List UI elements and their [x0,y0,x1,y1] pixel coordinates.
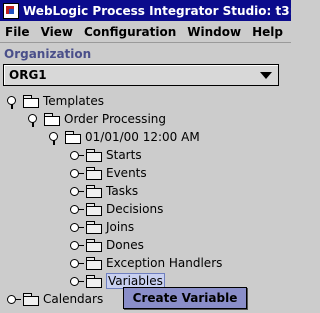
tree-node-exception-handlers[interactable]: Exception Handlers [70,254,222,272]
process-tree: Templates Order Processing 01/01/00 12:0… [0,89,291,313]
tree-node-starts[interactable]: Starts [70,146,142,164]
tree-node-label: Dones [106,238,144,252]
folder-icon [86,221,102,234]
collapsed-handle-icon[interactable] [70,203,84,215]
menu-view[interactable]: View [36,25,79,39]
tree-node-label: Exception Handlers [106,256,223,270]
folder-icon [86,167,102,180]
tree-node-label: Joins [106,220,135,234]
collapsed-handle-icon[interactable] [70,239,84,251]
tree-node-label: 01/01/00 12:00 AM [85,130,200,144]
collapsed-handle-icon[interactable] [70,257,84,269]
tree-node-order-processing[interactable]: Order Processing [28,110,166,128]
create-variable-menu-item[interactable]: Create Variable [133,291,238,305]
organization-select[interactable]: ORG1 [3,64,279,86]
organization-value: ORG1 [9,68,47,82]
tree-node-label: Tasks [106,184,139,198]
tree-node-calendars[interactable]: Calendars [7,290,103,308]
collapsed-handle-icon[interactable] [70,149,84,161]
collapsed-handle-icon[interactable] [70,185,84,197]
tree-node-label: Order Processing [64,112,166,126]
folder-icon [86,203,102,216]
context-menu: Create Variable [123,287,247,309]
menu-help[interactable]: Help [247,25,289,39]
tree-node-templates[interactable]: Templates [7,92,104,110]
chevron-down-icon[interactable] [260,71,272,79]
collapsed-handle-icon[interactable] [70,167,84,179]
tree-node-label: Events [106,166,147,180]
tree-node-label: Decisions [106,202,164,216]
tree-node-decisions[interactable]: Decisions [70,200,163,218]
tree-node-label: Templates [43,94,105,108]
folder-icon [86,239,102,252]
expanded-handle-icon[interactable] [28,113,40,127]
folder-icon [86,185,102,198]
tree-node-template-definition[interactable]: 01/01/00 12:00 AM [49,128,200,146]
tree-node-events[interactable]: Events [70,164,147,182]
window-title: WebLogic Process Integrator Studio: t3:/… [23,3,291,18]
tree-node-label: Calendars [43,292,104,306]
collapsed-handle-icon[interactable] [7,293,21,305]
menu-window[interactable]: Window [182,25,247,39]
tree-node-label: Starts [106,148,142,162]
folder-icon [86,149,102,162]
tree-node-dones[interactable]: Dones [70,236,144,254]
folder-icon [44,113,60,126]
app-icon[interactable] [3,2,19,19]
title-bar[interactable]: WebLogic Process Integrator Studio: t3:/… [0,0,291,21]
collapsed-handle-icon[interactable] [70,275,84,287]
menu-file[interactable]: File [0,25,36,39]
folder-icon [23,95,39,108]
folder-icon [65,131,81,144]
folder-icon [86,275,102,288]
tree-node-tasks[interactable]: Tasks [70,182,138,200]
tree-node-joins[interactable]: Joins [70,218,134,236]
menu-configuration[interactable]: Configuration [79,25,182,39]
expanded-handle-icon[interactable] [49,131,61,145]
folder-icon [23,293,39,306]
collapsed-handle-icon[interactable] [70,221,84,233]
menu-bar: File View Configuration Window Help [0,21,291,43]
organization-label: Organization [4,47,92,61]
expanded-handle-icon[interactable] [7,95,19,109]
folder-icon [86,257,102,270]
